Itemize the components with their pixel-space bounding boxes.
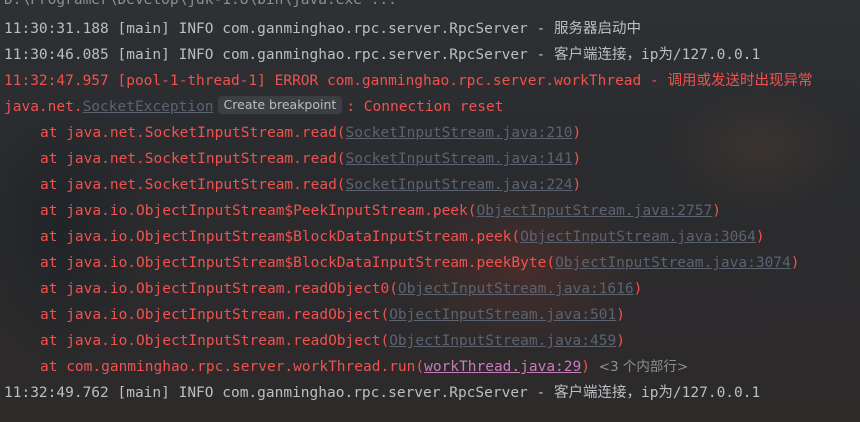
error-log-line: 11:32:47.957 [pool-1-thread-1] ERROR com… [4,73,813,89]
stack-frame-method: at java.net.SocketInputStream.read( [40,151,346,167]
command-line: D:\Programer\Develop\jdk-1.8\bin\java.ex… [4,0,397,8]
run-console-output[interactable]: D:\Programer\Develop\jdk-1.8\bin\java.ex… [4,0,860,422]
stack-frame-method: at java.io.ObjectInputStream$BlockDataIn… [40,255,556,271]
stack-frame-close: ) [712,203,721,219]
stack-frame-method: at java.io.ObjectInputStream$PeekInputSt… [40,203,477,219]
stack-frame: at java.io.ObjectInputStream$BlockDataIn… [4,224,860,250]
stack-frame-method: at com.ganminghao.rpc.server.workThread.… [40,359,425,375]
source-link[interactable]: ObjectInputStream.java:2757 [477,203,713,219]
stack-frame-close: ) [572,151,582,167]
source-link[interactable]: ObjectInputStream.java:501 [389,307,616,323]
log-line: 11:30:31.188 [main] INFO com.ganminghao.… [4,21,641,37]
source-link[interactable]: ObjectInputStream.java:1616 [398,281,634,297]
stack-frame: at java.io.ObjectInputStream.readObject(… [4,328,860,354]
stack-frame-close: ) [572,177,582,193]
stack-frame: at java.io.ObjectInputStream$BlockDataIn… [4,250,860,276]
source-link[interactable]: SocketInputStream.java:210 [346,125,573,141]
stack-frame: at com.ganminghao.rpc.server.workThread.… [4,354,860,380]
stack-frame: at java.net.SocketInputStream.read(Socke… [4,172,860,198]
exception-package: java.net. [4,99,83,115]
exception-class-link[interactable]: SocketException [83,99,214,115]
source-link[interactable]: SocketInputStream.java:141 [346,151,573,167]
stack-frame-method: at java.io.ObjectInputStream.readObject( [40,307,390,323]
stack-frame-close: ) [790,255,800,271]
source-link[interactable]: SocketInputStream.java:224 [346,177,573,193]
exception-message: : Connection reset [346,99,504,115]
stack-frame-close: ) [616,333,625,349]
stack-frame: at java.net.SocketInputStream.read(Socke… [4,120,860,146]
stack-frame: at java.io.ObjectInputStream$PeekInputSt… [4,198,860,224]
log-line: 11:32:49.762 [main] INFO com.ganminghao.… [4,385,761,401]
folded-internal-lines[interactable]: <3 个内部行> [599,359,689,375]
stack-frame-close: ) [572,125,582,141]
source-link[interactable]: ObjectInputStream.java:3064 [520,229,756,245]
stack-frame-close: ) [633,281,643,297]
stack-frame: at java.io.ObjectInputStream.readObject(… [4,302,860,328]
stack-frame-method: at java.net.SocketInputStream.read( [40,125,346,141]
source-link[interactable]: ObjectInputStream.java:459 [389,333,616,349]
stack-frame-method: at java.io.ObjectInputStream.readObject( [40,333,390,349]
stack-frame-method: at java.io.ObjectInputStream$BlockDataIn… [40,229,521,245]
stack-frame-close: ) [755,229,765,245]
create-breakpoint-button[interactable]: Create breakpoint [217,96,343,114]
stack-frame: at java.net.SocketInputStream.read(Socke… [4,146,860,172]
log-line: 11:30:46.085 [main] INFO com.ganminghao.… [4,47,761,63]
stack-frame-method: at java.io.ObjectInputStream.readObject0… [40,281,398,297]
stack-frame: at java.io.ObjectInputStream.readObject0… [4,276,860,302]
exception-line: java.net.SocketException Create breakpoin… [4,94,860,120]
stack-frame-close: ) [616,307,625,323]
source-link-project[interactable]: workThread.java:29 [424,359,581,375]
source-link[interactable]: ObjectInputStream.java:3074 [555,255,791,271]
stack-frame-method: at java.net.SocketInputStream.read( [40,177,346,193]
stack-frame-close: ) [581,359,599,375]
